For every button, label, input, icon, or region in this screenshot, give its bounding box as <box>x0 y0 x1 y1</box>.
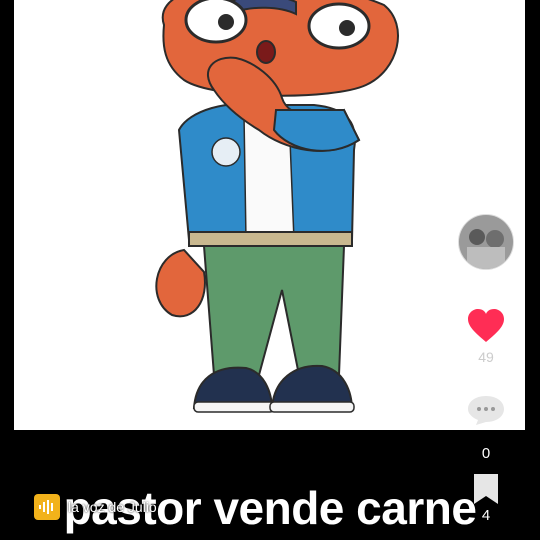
comment-bubble-icon[interactable] <box>466 394 506 426</box>
like-count: 49 <box>478 349 494 365</box>
sound-label: la voz de Julio <box>68 499 157 515</box>
comment-count: 0 <box>481 445 491 462</box>
cartoon-crab-character <box>155 0 399 413</box>
sound-tag[interactable]: la voz de Julio <box>34 494 157 520</box>
save-count: 4 <box>481 507 491 524</box>
bookmark-icon[interactable] <box>471 472 501 506</box>
profile-avatar[interactable] <box>458 214 514 270</box>
comment-group[interactable]: 0 <box>462 394 510 462</box>
sound-waveform-icon <box>34 494 60 520</box>
heart-icon[interactable] <box>466 308 506 344</box>
video-frame[interactable] <box>14 0 525 430</box>
save-group[interactable]: 4 <box>462 472 510 524</box>
like-group[interactable]: 49 <box>462 308 510 365</box>
